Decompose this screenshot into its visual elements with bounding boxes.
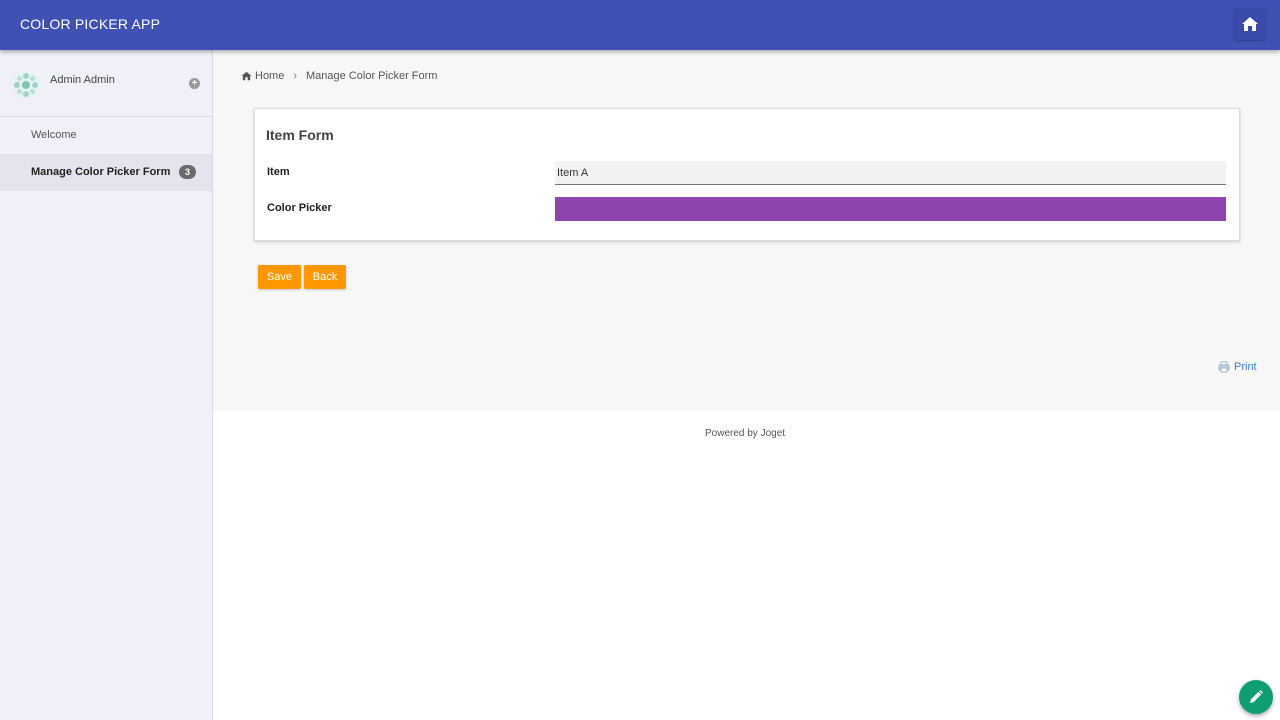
item-field-label: Item [267,166,290,178]
sidebar-item-welcome[interactable]: Welcome [0,117,212,154]
breadcrumb-home-link[interactable]: Home [241,70,284,82]
back-button[interactable]: Back [304,265,346,289]
print-link[interactable]: Print [1218,361,1257,373]
home-button[interactable] [1234,8,1266,40]
sidebar-item-label: Welcome [31,129,77,141]
home-icon [1242,17,1258,31]
chevron-right-icon: › [293,70,298,82]
avatar [12,71,40,99]
print-label: Print [1234,361,1257,373]
main-content: Home › Manage Color Picker Form Item For… [213,50,1280,411]
sidebar-item-label: Manage Color Picker Form [31,166,171,178]
count-badge: 3 [179,165,196,179]
user-profile: Admin Admin + [0,50,212,117]
sidebar-item-manage-color-picker-form[interactable]: Manage Color Picker Form 3 [0,154,212,191]
app-title: COLOR PICKER APP [20,16,161,32]
sidebar: Admin Admin + Welcome Manage Color Picke… [0,50,213,720]
breadcrumb-current: Manage Color Picker Form [306,70,438,82]
color-picker-label: Color Picker [267,202,332,214]
pencil-icon [1250,690,1263,703]
printer-icon [1218,361,1230,373]
form-title: Item Form [266,127,334,143]
home-icon [241,71,252,81]
item-form-card: Item Form Item Color Picker [254,108,1240,241]
footer-text: Powered by Joget [705,428,786,439]
expand-profile-icon[interactable]: + [189,78,200,89]
top-bar: COLOR PICKER APP [0,0,1280,50]
item-input[interactable] [555,161,1226,185]
breadcrumb-home-label: Home [255,70,285,82]
breadcrumb: Home › Manage Color Picker Form [241,70,437,82]
user-name: Admin Admin [50,74,115,86]
save-button[interactable]: Save [258,265,301,289]
edit-fab-button[interactable] [1239,680,1273,714]
color-picker-field[interactable] [555,197,1226,221]
